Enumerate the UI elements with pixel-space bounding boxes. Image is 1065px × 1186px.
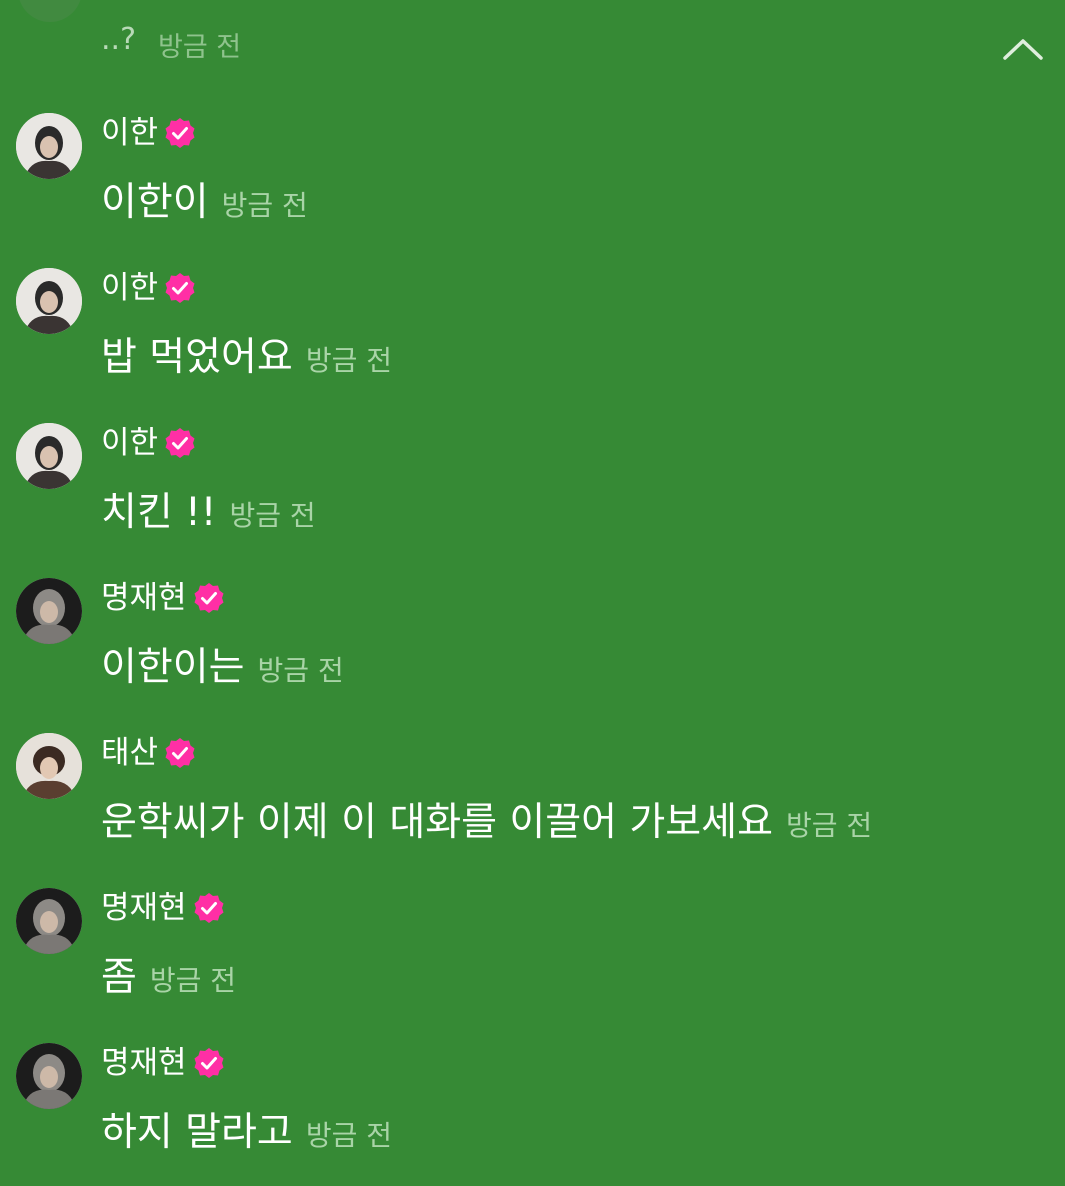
avatar[interactable] <box>16 423 82 489</box>
verified-badge-icon <box>194 1048 224 1078</box>
message-time: 방금 전 <box>158 32 242 63</box>
verified-badge-icon <box>165 428 195 458</box>
chat-message: 명재현 좀 방금 전 <box>0 888 1065 1018</box>
sender-name: 명재현 <box>101 1045 187 1081</box>
sender-name: 이한 <box>101 115 159 151</box>
chat-message: 명재현 하지 말라고 방금 전 <box>0 1043 1065 1173</box>
avatar[interactable] <box>16 578 82 644</box>
message-time: 방금 전 <box>305 1119 392 1152</box>
chat-message: 태산 운학씨가 이제 이 대화를 이끌어 가보세요 방금 전 <box>0 733 1065 863</box>
avatar[interactable] <box>16 1043 82 1109</box>
chevron-up-icon[interactable] <box>1000 30 1046 70</box>
avatar[interactable] <box>16 113 82 179</box>
sender-name: 명재현 <box>101 580 187 616</box>
avatar[interactable] <box>16 733 82 799</box>
chat-message: 이한 밥 먹었어요 방금 전 <box>0 268 1065 398</box>
chat-message: 이한 이한이 방금 전 <box>0 113 1065 243</box>
verified-badge-icon <box>194 583 224 613</box>
message-text: 하지 말라고 <box>101 1110 293 1155</box>
sender-name: 태산 <box>101 735 159 771</box>
message-time: 방금 전 <box>785 809 873 842</box>
message-text: 이한이는 <box>101 645 245 690</box>
message-text: 치킨 !! <box>101 490 217 535</box>
avatar[interactable] <box>16 888 82 954</box>
chat-message: 이한 치킨 !! 방금 전 <box>0 423 1065 553</box>
message-text: 운학씨가 이제 이 대화를 이끌어 가보세요 <box>101 800 773 845</box>
verified-badge-icon <box>165 118 195 148</box>
verified-badge-icon <box>165 738 195 768</box>
message-time: 방금 전 <box>221 189 308 222</box>
avatar[interactable] <box>18 0 82 22</box>
message-time: 방금 전 <box>229 499 316 532</box>
message-text: 좀 <box>101 955 137 1000</box>
message-text: 이한이 <box>101 180 209 225</box>
message-time: 방금 전 <box>257 654 344 687</box>
verified-badge-icon <box>194 893 224 923</box>
sender-name: 이한 <box>101 270 159 306</box>
verified-badge-icon <box>165 273 195 303</box>
sender-name: 명재현 <box>101 890 187 926</box>
message-time: 방금 전 <box>149 964 237 997</box>
avatar[interactable] <box>16 268 82 334</box>
previous-message: ..? 방금 전 <box>0 0 1065 90</box>
message-text: ..? <box>101 22 136 57</box>
message-text: 밥 먹었어요 <box>101 335 293 380</box>
message-time: 방금 전 <box>305 344 392 377</box>
chat-message: 명재현 이한이는 방금 전 <box>0 578 1065 708</box>
sender-name: 이한 <box>101 425 159 461</box>
